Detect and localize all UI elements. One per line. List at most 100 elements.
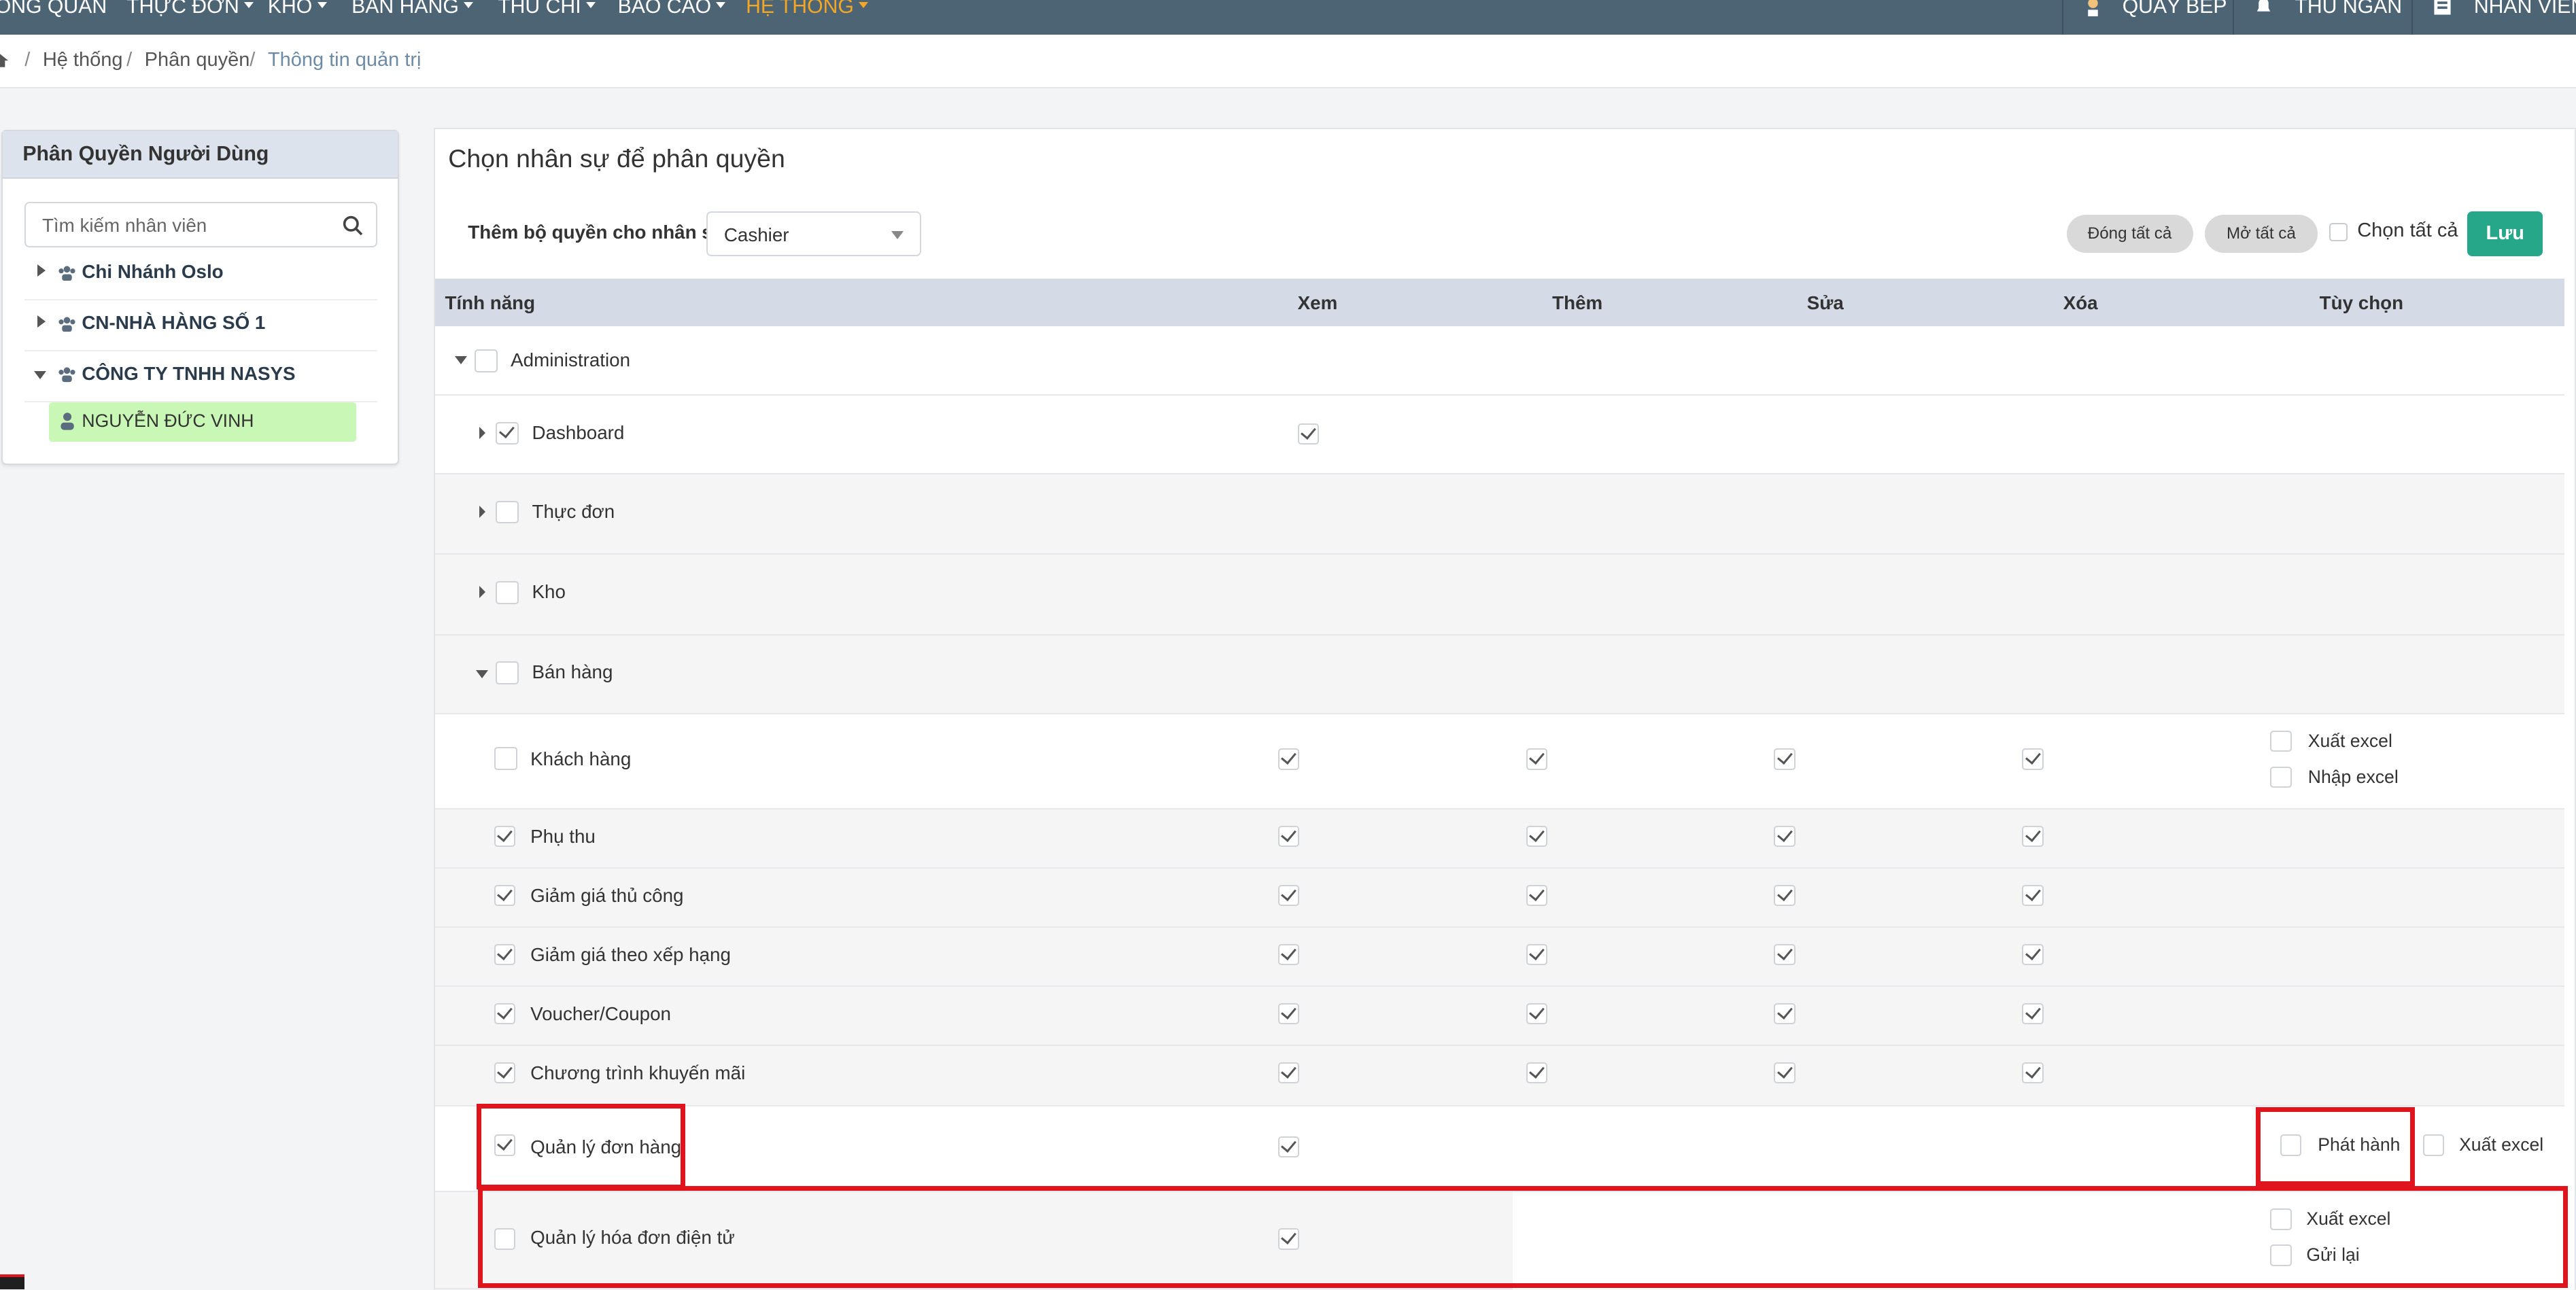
view-checkbox[interactable] — [1277, 826, 1300, 848]
chevron-down-icon — [464, 1, 474, 8]
chevron-down-icon — [716, 1, 726, 8]
breadcrumb-item-permissions[interactable]: Phân quyền — [145, 49, 250, 71]
nav-item-warehouse[interactable]: KHO — [268, 0, 327, 18]
delete-checkbox[interactable] — [2022, 1003, 2044, 1025]
option-import-excel-checkbox[interactable] — [2270, 767, 2292, 788]
row-warehouse: Kho — [434, 555, 2564, 635]
add-checkbox[interactable] — [1526, 826, 1547, 848]
edit-checkbox[interactable] — [1774, 826, 1796, 848]
row-label: Chương trình khuyến mãi — [530, 1062, 746, 1084]
user-permission-panel: Phân Quyền Người Dùng Chi Nhánh Oslo CN-… — [1, 129, 400, 465]
app-root: ỔNG QUAN THỰC ĐƠN KHO BÁN HÀNG THU CHI B… — [0, 0, 2576, 1289]
row-checkbox[interactable] — [494, 1003, 516, 1025]
tree-branch-nasys[interactable]: CÔNG TY TNHH NASYS — [24, 351, 378, 402]
breadcrumb-item-admin-info: Thông tin quản trị — [267, 49, 422, 71]
tree-branch-restaurant-1[interactable]: CN-NHÀ HÀNG SỐ 1 — [24, 300, 378, 351]
chevron-down-icon — [317, 1, 327, 8]
search-icon[interactable] — [342, 215, 363, 236]
row-label: Dashboard — [532, 421, 625, 443]
view-checkbox[interactable] — [1277, 1136, 1300, 1158]
row-checkbox[interactable] — [496, 661, 519, 685]
row-checkbox[interactable] — [496, 421, 519, 445]
row-checkbox[interactable] — [496, 500, 519, 524]
select-all-checkbox[interactable] — [2329, 223, 2348, 241]
chevron-right-icon[interactable] — [37, 315, 46, 328]
nav-kitchen-button[interactable]: QUẦY BẾP — [2061, 0, 2233, 35]
nav-cashier-button[interactable]: THU NGÂN — [2233, 0, 2411, 35]
nav-staff-button[interactable]: NHÂN VIÊN — [2411, 0, 2576, 35]
row-checkbox[interactable] — [494, 1228, 516, 1250]
option-label: Xuất excel — [2306, 1208, 2391, 1230]
breadcrumb: / Hệ thống / Phân quyền / Thông tin quản… — [0, 34, 2576, 89]
chevron-right-icon[interactable] — [37, 264, 46, 277]
breadcrumb-separator: / — [126, 49, 133, 71]
collapse-all-button[interactable]: Đóng tất cả — [2066, 215, 2193, 253]
nav-item-sales[interactable]: BÁN HÀNG — [351, 0, 474, 18]
delete-checkbox[interactable] — [2022, 748, 2044, 770]
chevron-down-icon[interactable] — [34, 370, 47, 379]
row-checkbox[interactable] — [494, 1062, 516, 1084]
page-title: Chọn nhân sự để phân quyền — [448, 144, 785, 173]
option-publish-checkbox[interactable] — [2280, 1134, 2302, 1156]
permission-table-header: Tính năng Xem Thêm Sửa Xóa Tùy chọn — [434, 279, 2564, 327]
edit-checkbox[interactable] — [1774, 1003, 1796, 1025]
delete-checkbox[interactable] — [2022, 1062, 2044, 1084]
edit-checkbox[interactable] — [1774, 885, 1796, 907]
view-checkbox[interactable] — [1277, 748, 1300, 770]
nav-item-overview[interactable]: ỔNG QUAN — [0, 0, 107, 18]
add-checkbox[interactable] — [1526, 1003, 1547, 1025]
employee-search-input[interactable] — [41, 214, 322, 237]
role-template-select[interactable]: Cashier — [706, 211, 922, 256]
row-checkbox[interactable] — [474, 349, 498, 373]
row-customers: Khách hàng Xuất excel Nhập excel — [434, 714, 2564, 809]
chevron-right-icon[interactable] — [479, 505, 485, 518]
chevron-down-icon[interactable] — [476, 669, 489, 678]
option-export-excel-checkbox[interactable] — [2270, 1208, 2292, 1230]
view-checkbox[interactable] — [1297, 423, 1320, 445]
edit-checkbox[interactable] — [1774, 1062, 1796, 1084]
row-checkbox[interactable] — [494, 826, 516, 848]
add-checkbox[interactable] — [1526, 885, 1547, 907]
add-checkbox[interactable] — [1526, 1062, 1547, 1084]
delete-checkbox[interactable] — [2022, 826, 2044, 848]
home-icon[interactable] — [0, 52, 9, 69]
row-checkbox[interactable] — [494, 747, 517, 770]
save-button[interactable]: Lưu — [2467, 211, 2543, 256]
bell-icon — [2256, 0, 2271, 12]
row-checkbox[interactable] — [494, 944, 516, 966]
option-export-excel-checkbox[interactable] — [2270, 730, 2292, 752]
row-checkbox[interactable] — [494, 1134, 516, 1156]
option-label: Gửi lại — [2306, 1244, 2360, 1266]
delete-checkbox[interactable] — [2022, 885, 2044, 907]
nav-item-system[interactable]: HỆ THỐNG — [746, 0, 869, 18]
add-checkbox[interactable] — [1526, 748, 1547, 770]
view-checkbox[interactable] — [1277, 885, 1300, 907]
view-checkbox[interactable] — [1277, 944, 1300, 966]
dropdown-arrow-icon — [891, 230, 904, 239]
view-checkbox[interactable] — [1277, 1228, 1300, 1250]
tree-branch-oslo[interactable]: Chi Nhánh Oslo — [24, 249, 378, 300]
nav-item-cashflow[interactable]: THU CHI — [498, 0, 596, 18]
row-checkbox[interactable] — [496, 581, 519, 604]
row-label: Voucher/Coupon — [530, 1003, 671, 1025]
edit-checkbox[interactable] — [1774, 944, 1796, 966]
option-resend-checkbox[interactable] — [2270, 1244, 2292, 1266]
add-checkbox[interactable] — [1526, 944, 1547, 966]
chevron-right-icon[interactable] — [479, 586, 485, 599]
expand-all-button[interactable]: Mở tất cả — [2204, 215, 2318, 253]
chevron-down-icon[interactable] — [454, 355, 467, 364]
nav-cashier-label: THU NGÂN — [2295, 0, 2403, 18]
breadcrumb-item-system[interactable]: Hệ thống — [43, 49, 123, 71]
option-export-excel-checkbox[interactable] — [2422, 1134, 2445, 1156]
nav-item-menu[interactable]: THỰC ĐƠN — [126, 0, 254, 18]
edit-checkbox[interactable] — [1774, 748, 1796, 770]
nav-item-reports[interactable]: BÁO CÁO — [618, 0, 726, 18]
corner-marker — [0, 1274, 25, 1289]
chevron-right-icon[interactable] — [479, 426, 485, 439]
delete-checkbox[interactable] — [2022, 944, 2044, 966]
view-checkbox[interactable] — [1277, 1003, 1300, 1025]
view-checkbox[interactable] — [1277, 1062, 1300, 1084]
tree-user-selected[interactable]: NGUYỄN ĐỨC VINH — [49, 402, 356, 442]
panel-title: Phân Quyền Người Dùng — [3, 130, 398, 179]
row-checkbox[interactable] — [494, 885, 516, 907]
